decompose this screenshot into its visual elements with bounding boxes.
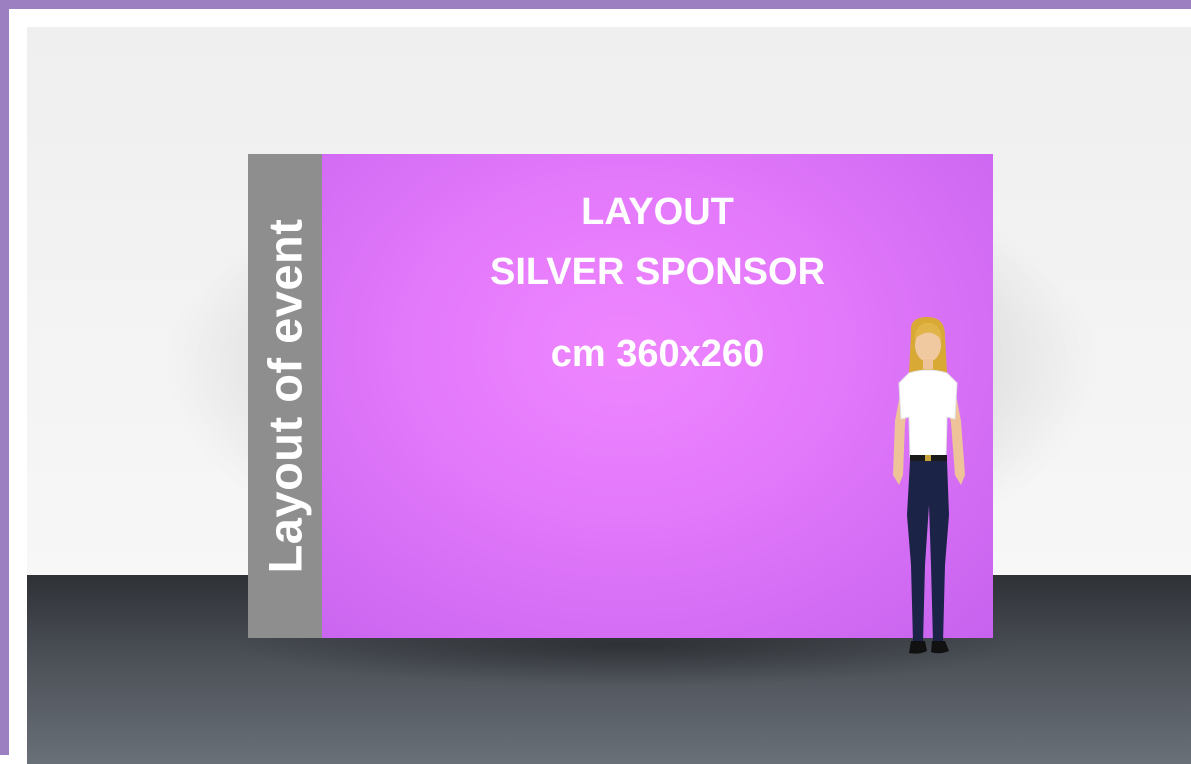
human-figure-scale	[893, 317, 965, 654]
image-frame: Layout of event LAYOUT SILVER SPONSOR cm…	[0, 0, 1191, 764]
scene: Layout of event LAYOUT SILVER SPONSOR cm…	[27, 27, 1191, 764]
side-strip-text: Layout of event	[258, 218, 312, 574]
side-strip: Layout of event	[248, 154, 322, 638]
panel-title-line2: SILVER SPONSOR	[489, 251, 826, 293]
panel-title-line1: LAYOUT	[581, 191, 734, 233]
